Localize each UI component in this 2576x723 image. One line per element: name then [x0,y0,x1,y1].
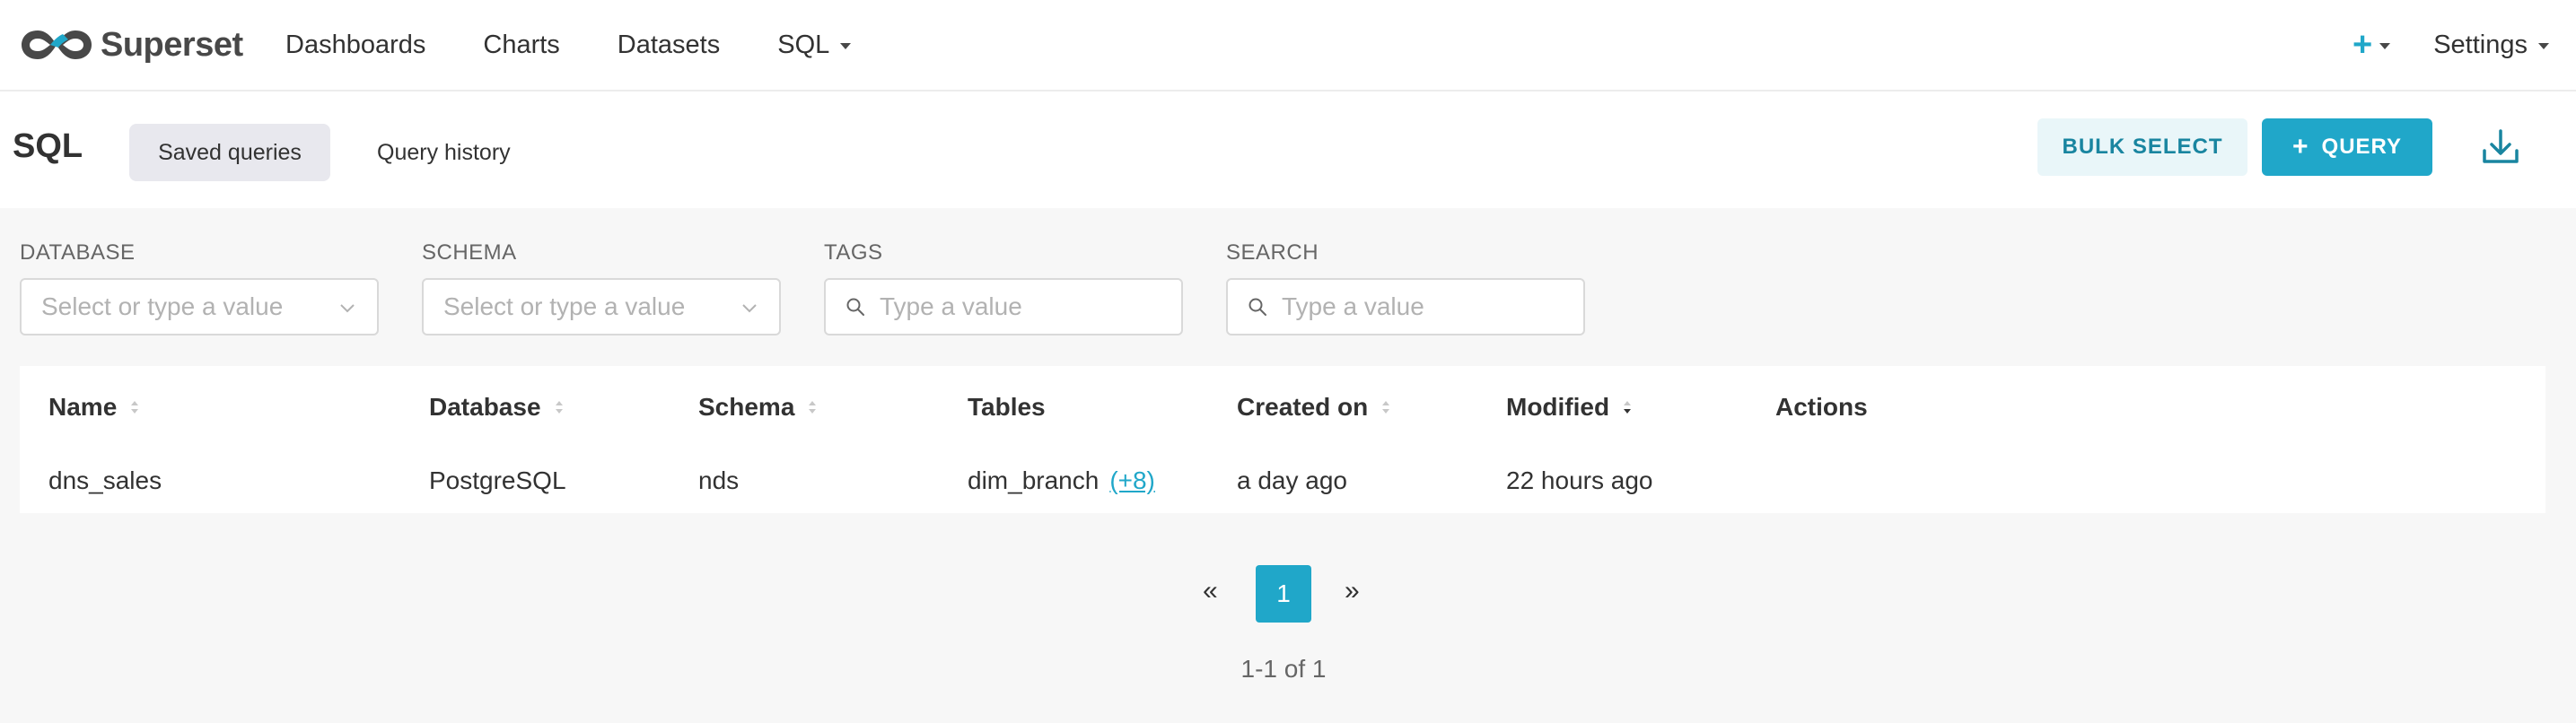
superset-logo-icon [22,30,92,59]
caret-down-icon [2379,42,2391,49]
page-subheader: SQL Saved queries Query history BULK SEL… [0,91,2576,208]
plus-icon: + [2353,26,2373,64]
bulk-select-button[interactable]: BULK SELECT [2037,118,2247,176]
schema-select-placeholder: Select or type a value [443,292,686,320]
caret-down-icon [840,42,852,49]
main-nav: Dashboards Charts Datasets SQL [285,0,908,90]
cell-modified: 22 hours ago [1506,466,1653,494]
column-header-database[interactable]: Database [429,389,565,425]
sort-descending-icon [1624,401,1632,414]
settings-label: Settings [2433,30,2528,59]
column-header-schema[interactable]: Schema [698,389,818,425]
add-query-button[interactable]: + QUERY [2262,118,2432,176]
brand-name: Superset [101,25,243,64]
nav-sql-dropdown[interactable]: SQL [777,30,852,60]
tags-filter: TAGS Type a value [824,240,1183,335]
nav-charts-label: Charts [483,30,560,59]
column-header-database-label: Database [429,393,541,421]
column-header-name[interactable]: Name [48,389,140,425]
settings-menu[interactable]: Settings [2433,30,2549,60]
schema-select[interactable]: Select or type a value [422,278,781,335]
cell-tables: dim_branch (+8) [968,463,1155,499]
plus-icon: + [2292,132,2309,161]
tags-input-placeholder: Type a value [880,292,1022,320]
sort-icon [1382,401,1390,414]
search-icon [846,298,864,316]
cell-database: PostgreSQL [429,466,566,494]
tags-filter-label: TAGS [824,240,883,265]
pagination-summary: 1-1 of 1 [1240,655,1327,683]
sort-icon [555,401,563,414]
search-input-placeholder: Type a value [1282,292,1424,320]
nav-sql-label: SQL [777,30,830,59]
column-header-modified-label: Modified [1506,393,1610,421]
search-filter-label: SEARCH [1226,240,1319,265]
column-header-modified[interactable]: Modified [1506,389,1633,425]
chevron-down-icon [340,304,355,313]
top-navbar: Superset Dashboards Charts Datasets SQL … [0,0,2576,91]
database-filter-label: DATABASE [20,240,136,265]
column-header-created-on[interactable]: Created on [1237,389,1391,425]
database-select-placeholder: Select or type a value [41,292,284,320]
chevron-down-icon [742,304,757,313]
tab-saved-queries-label: Saved queries [158,139,302,165]
pagination-next[interactable]: » [1345,576,1360,606]
pagination-page-current[interactable]: 1 [1256,565,1311,623]
cell-created-on: a day ago [1237,466,1347,494]
download-icon[interactable] [2477,124,2524,170]
page-title: SQL [13,127,83,165]
column-header-tables-label: Tables [968,393,1046,421]
brand-logo[interactable]: Superset [18,20,243,70]
column-header-tables: Tables [968,389,1046,425]
column-header-schema-label: Schema [698,393,795,421]
column-header-created-on-label: Created on [1237,393,1369,421]
bulk-select-label: BULK SELECT [2062,135,2223,159]
database-filter: DATABASE Select or type a value [20,240,379,335]
column-header-actions-label: Actions [1775,393,1868,421]
sort-icon [809,401,817,414]
database-select[interactable]: Select or type a value [20,278,379,335]
sort-icon [131,401,139,414]
pagination-prev[interactable]: « [1203,576,1218,606]
tab-query-history-label: Query history [377,139,511,165]
add-query-label: QUERY [2321,135,2402,159]
saved-queries-table: Name Database Schema Tables Created on M… [20,366,2545,513]
nav-dashboards-label: Dashboards [285,30,426,59]
nav-dashboards[interactable]: Dashboards [285,30,425,60]
column-header-name-label: Name [48,393,118,421]
schema-filter: SCHEMA Select or type a value [422,240,781,335]
cell-tables-value: dim_branch [968,466,1100,494]
tables-more-link[interactable]: (+8) [1109,466,1155,495]
tags-input[interactable]: Type a value [824,278,1183,335]
search-icon [1249,298,1266,316]
nav-datasets-label: Datasets [617,30,721,59]
column-header-actions: Actions [1775,389,1868,425]
tab-query-history[interactable]: Query history [348,124,539,181]
search-filter: SEARCH Type a value [1226,240,1585,335]
caret-down-icon [2538,42,2549,49]
nav-right: + Settings [2353,0,2549,90]
cell-schema: nds [698,466,740,494]
cell-name[interactable]: dns_sales [48,463,162,499]
search-input[interactable]: Type a value [1226,278,1585,335]
nav-charts[interactable]: Charts [483,30,559,60]
tab-saved-queries[interactable]: Saved queries [129,124,330,181]
nav-datasets[interactable]: Datasets [618,30,720,60]
pagination: « 1 » [0,565,2576,623]
new-item-menu[interactable]: + [2353,26,2391,64]
schema-filter-label: SCHEMA [422,240,517,265]
